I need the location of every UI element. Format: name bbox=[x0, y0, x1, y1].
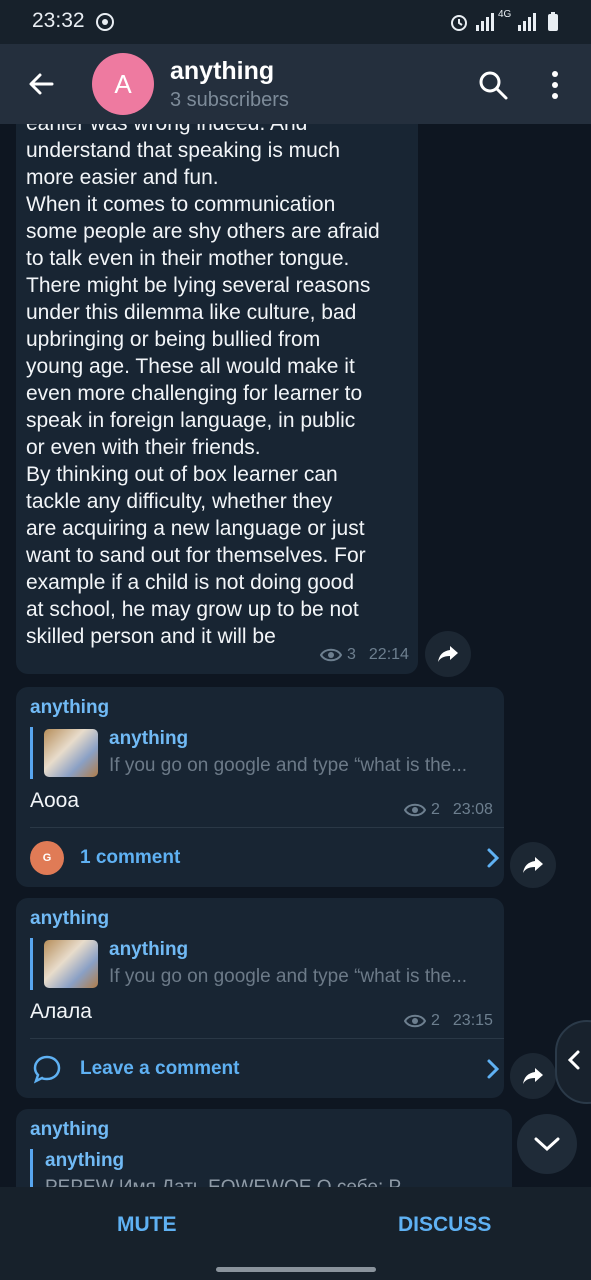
chevron-down-icon bbox=[534, 1137, 560, 1152]
comment-bubble-icon bbox=[33, 1055, 61, 1084]
channel-avatar[interactable]: A bbox=[92, 53, 154, 115]
mute-button[interactable]: MUTE bbox=[117, 1213, 177, 1237]
views-eye-icon bbox=[404, 1014, 426, 1028]
search-icon[interactable] bbox=[476, 68, 510, 102]
post-meta: 2 23:15 bbox=[404, 1012, 493, 1030]
chat-header: A anything 3 subscribers bbox=[0, 44, 591, 124]
message-text: Алала bbox=[30, 1000, 92, 1023]
status-time: 23:32 bbox=[32, 9, 85, 32]
reply-preview[interactable]: anything If you go on google and type “w… bbox=[30, 727, 493, 779]
comments-button[interactable]: G 1 comment bbox=[30, 833, 504, 883]
discuss-button[interactable]: DISCUSS bbox=[398, 1213, 491, 1237]
divider bbox=[30, 1038, 504, 1039]
post-time: 22:14 bbox=[368, 646, 409, 663]
gesture-nav-bar[interactable] bbox=[216, 1267, 376, 1272]
share-arrow-icon bbox=[438, 646, 458, 662]
reply-author: anything bbox=[109, 939, 189, 960]
side-panel-tab[interactable] bbox=[555, 1020, 591, 1104]
location-icon bbox=[94, 11, 116, 33]
reply-snippet: If you go on google and type “what is th… bbox=[109, 966, 468, 987]
reply-snippet: If you go on google and type “what is th… bbox=[109, 755, 468, 776]
reply-preview[interactable]: anything If you go on google and type “w… bbox=[30, 938, 493, 990]
chevron-left-icon bbox=[567, 1050, 580, 1070]
comments-label: 1 comment bbox=[80, 847, 181, 868]
reply-snippet: PEPEW Имя Дать EOWEWOE О себе: PEWPEW bbox=[45, 1177, 425, 1187]
sender-name[interactable]: anything bbox=[30, 908, 109, 930]
signal-icon bbox=[474, 11, 494, 33]
more-options-icon[interactable] bbox=[540, 68, 570, 102]
reply-thumbnail bbox=[44, 940, 98, 988]
share-arrow-icon bbox=[523, 857, 543, 873]
view-count: 3 bbox=[347, 646, 356, 663]
alarm-icon bbox=[448, 11, 470, 33]
post-time: 23:15 bbox=[452, 1012, 493, 1029]
bottom-action-bar: MUTE DISCUSS bbox=[0, 1187, 591, 1280]
reply-author: anything bbox=[109, 728, 189, 749]
channel-post[interactable]: anything anything If you go on google an… bbox=[16, 687, 504, 887]
scroll-down-button[interactable] bbox=[517, 1114, 577, 1174]
reply-thumbnail bbox=[44, 729, 98, 777]
divider bbox=[30, 827, 504, 828]
views-eye-icon bbox=[404, 803, 426, 817]
channel-post[interactable]: earlier was wrong indeed. And understand… bbox=[16, 124, 418, 674]
network-type-label: 4G bbox=[498, 9, 512, 20]
post-meta: 2 23:08 bbox=[404, 801, 493, 819]
post-time: 23:08 bbox=[452, 801, 493, 818]
channel-post[interactable]: anything anything PEPEW Имя Дать EOWEWOE… bbox=[16, 1109, 512, 1187]
signal-icon bbox=[516, 11, 536, 33]
status-bar: 23:32 4G bbox=[0, 0, 591, 44]
chevron-right-icon bbox=[487, 1059, 500, 1079]
views-eye-icon bbox=[320, 648, 342, 662]
battery-icon bbox=[546, 11, 560, 33]
channel-title[interactable]: anything bbox=[170, 57, 274, 86]
share-button[interactable] bbox=[510, 1053, 556, 1099]
commenter-avatar: G bbox=[30, 841, 64, 875]
post-meta: 3 22:14 bbox=[320, 646, 409, 664]
share-button[interactable] bbox=[425, 631, 471, 677]
view-count: 2 bbox=[431, 801, 440, 818]
post-text: earlier was wrong indeed. And understand… bbox=[26, 124, 380, 648]
share-arrow-icon bbox=[523, 1068, 543, 1084]
share-button[interactable] bbox=[510, 842, 556, 888]
reply-preview[interactable]: anything PEPEW Имя Дать EOWEWOE О себе: … bbox=[30, 1149, 503, 1187]
reply-author: anything bbox=[45, 1150, 125, 1171]
sender-name[interactable]: anything bbox=[30, 1119, 109, 1141]
message-feed[interactable]: earlier was wrong indeed. And understand… bbox=[0, 124, 591, 1187]
message-text: Аооа bbox=[30, 789, 80, 812]
leave-comment-button[interactable]: Leave a comment bbox=[30, 1044, 504, 1094]
view-count: 2 bbox=[431, 1012, 440, 1029]
chevron-right-icon bbox=[487, 848, 500, 868]
comments-label: Leave a comment bbox=[80, 1058, 240, 1079]
sender-name[interactable]: anything bbox=[30, 697, 109, 719]
channel-post[interactable]: anything anything If you go on google an… bbox=[16, 898, 504, 1098]
back-arrow-icon[interactable] bbox=[22, 64, 62, 104]
subscriber-count: 3 subscribers bbox=[170, 89, 289, 111]
